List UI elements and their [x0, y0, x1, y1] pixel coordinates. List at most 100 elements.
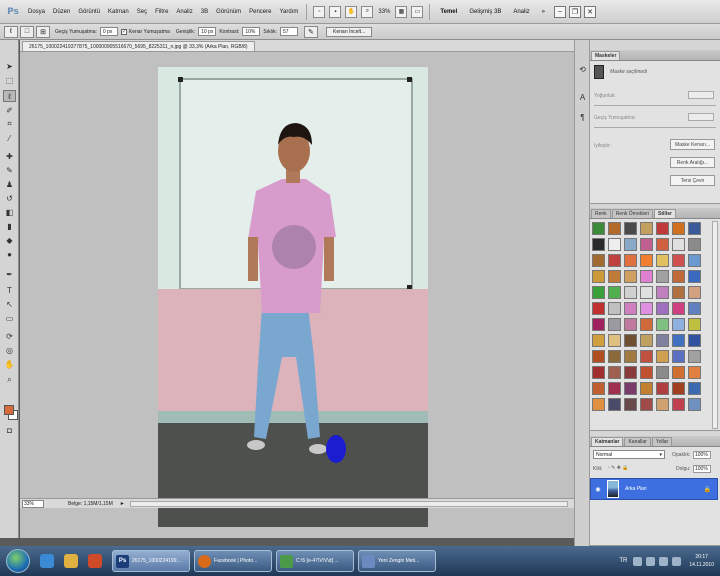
- tab-channels[interactable]: Kanallar: [624, 437, 651, 446]
- style-swatch[interactable]: [624, 366, 637, 379]
- feather-input[interactable]: 0 px: [99, 27, 118, 36]
- mask-feather-input[interactable]: [688, 113, 714, 121]
- magnetic-lasso-tool-icon[interactable]: ℓ: [3, 90, 16, 102]
- style-swatch[interactable]: [624, 350, 637, 363]
- clock[interactable]: 20:17 14.11.2010: [689, 553, 714, 569]
- style-swatch[interactable]: [592, 350, 605, 363]
- tool-preset-icon[interactable]: ℓ: [4, 25, 18, 38]
- hand-tool-icon[interactable]: ✋: [3, 358, 16, 370]
- style-swatch[interactable]: [592, 286, 605, 299]
- minimize-button[interactable]: –: [554, 5, 567, 18]
- style-swatch[interactable]: [624, 318, 637, 331]
- density-input[interactable]: [688, 91, 714, 99]
- style-swatch[interactable]: [688, 366, 701, 379]
- history-panel-icon[interactable]: ⟲: [577, 64, 588, 75]
- menu-3d[interactable]: 3B: [201, 9, 208, 15]
- style-swatch[interactable]: [608, 302, 621, 315]
- menu-filter[interactable]: Filtre: [155, 9, 168, 15]
- style-swatch[interactable]: [592, 254, 605, 267]
- style-swatch[interactable]: [624, 286, 637, 299]
- density-slider[interactable]: [594, 105, 716, 106]
- status-menu-arrow-icon[interactable]: ▸: [121, 500, 124, 507]
- status-zoom-input[interactable]: 33%: [22, 499, 44, 508]
- style-swatch[interactable]: [656, 382, 669, 395]
- brush-tool-icon[interactable]: ✎: [3, 164, 16, 176]
- style-swatch[interactable]: [688, 334, 701, 347]
- style-swatch[interactable]: [592, 366, 605, 379]
- style-swatch[interactable]: [624, 398, 637, 411]
- style-swatch[interactable]: [624, 254, 637, 267]
- style-swatch[interactable]: [608, 238, 621, 251]
- language-indicator[interactable]: TR: [619, 558, 627, 564]
- internet-explorer-icon[interactable]: [40, 554, 54, 568]
- menu-layer[interactable]: Katman: [108, 9, 129, 15]
- arrange-documents-icon[interactable]: ▦: [395, 5, 408, 18]
- menu-select[interactable]: Seç: [137, 9, 147, 15]
- document-tab[interactable]: 26175_100022419377875_100000905516670_56…: [22, 41, 255, 51]
- style-swatch[interactable]: [592, 302, 605, 315]
- style-swatch[interactable]: [640, 382, 653, 395]
- new-selection-icon[interactable]: □: [20, 25, 34, 38]
- style-swatch[interactable]: [608, 382, 621, 395]
- media-player-icon[interactable]: [88, 554, 102, 568]
- 3d-orbit-tool-icon[interactable]: ◎: [3, 344, 16, 356]
- style-swatch[interactable]: [688, 238, 701, 251]
- style-swatch[interactable]: [592, 334, 605, 347]
- style-swatch[interactable]: [608, 334, 621, 347]
- style-swatch[interactable]: [688, 222, 701, 235]
- width-input[interactable]: 10 px: [198, 27, 217, 36]
- crop-tool-icon[interactable]: ⌗: [3, 118, 16, 130]
- foreground-color-swatch[interactable]: [4, 405, 14, 415]
- network-icon[interactable]: [646, 556, 656, 566]
- history-brush-tool-icon[interactable]: ↺: [3, 192, 16, 204]
- style-swatch[interactable]: [688, 398, 701, 411]
- style-swatch[interactable]: [608, 398, 621, 411]
- workspace-3d[interactable]: Gelişmiş 3B: [469, 9, 501, 15]
- menu-view[interactable]: Görünüm: [216, 9, 241, 15]
- lock-icons[interactable]: ▫ ✎ ✚ 🔒: [608, 465, 629, 471]
- quick-selection-tool-icon[interactable]: ✐: [3, 104, 16, 116]
- tablet-pressure-icon[interactable]: ✎: [303, 25, 318, 38]
- fill-input[interactable]: 100%: [693, 465, 711, 473]
- style-swatch[interactable]: [656, 318, 669, 331]
- style-swatch[interactable]: [656, 350, 669, 363]
- style-swatch[interactable]: [640, 334, 653, 347]
- menu-window[interactable]: Pencere: [249, 9, 271, 15]
- restore-button[interactable]: ❐: [569, 5, 582, 18]
- style-swatch[interactable]: [688, 350, 701, 363]
- style-swatch[interactable]: [624, 222, 637, 235]
- style-swatch[interactable]: [608, 318, 621, 331]
- image-canvas[interactable]: [158, 67, 428, 527]
- style-swatch[interactable]: [672, 366, 685, 379]
- contrast-input[interactable]: 10%: [242, 27, 261, 36]
- style-swatch[interactable]: [672, 334, 685, 347]
- style-swatch[interactable]: [656, 302, 669, 315]
- style-swatch[interactable]: [688, 286, 701, 299]
- zoom-level[interactable]: 33%: [378, 9, 390, 15]
- style-swatch[interactable]: [608, 350, 621, 363]
- style-swatch[interactable]: [672, 302, 685, 315]
- style-swatch[interactable]: [672, 382, 685, 395]
- tab-styles[interactable]: Stiller: [654, 209, 676, 218]
- style-swatch[interactable]: [608, 286, 621, 299]
- tab-masks[interactable]: Maskeler: [591, 51, 621, 60]
- tab-paths[interactable]: Yollar: [651, 437, 673, 446]
- horizontal-scrollbar[interactable]: [129, 500, 568, 507]
- style-swatch[interactable]: [640, 286, 653, 299]
- style-swatch[interactable]: [672, 254, 685, 267]
- clone-stamp-tool-icon[interactable]: ♟: [3, 178, 16, 190]
- style-swatch[interactable]: [656, 222, 669, 235]
- frequency-input[interactable]: 57: [279, 27, 298, 36]
- task-explorer[interactable]: C:\5 [e-47\V\V\d] ...: [276, 550, 354, 572]
- menu-help[interactable]: Yardım: [279, 9, 298, 15]
- style-swatch[interactable]: [592, 222, 605, 235]
- layer-name[interactable]: Arka Plan: [625, 486, 647, 492]
- mask-edge-button[interactable]: Maske Kenarı...: [670, 139, 715, 150]
- tray-app-icon[interactable]: [672, 556, 682, 566]
- zoom-tool-icon[interactable]: ⌕: [3, 374, 16, 386]
- antialias-toggle[interactable]: ✓ Kenar Yumuşatma: [120, 28, 170, 35]
- workspace-more[interactable]: »: [542, 9, 545, 15]
- style-swatch[interactable]: [688, 382, 701, 395]
- volume-icon[interactable]: [659, 556, 669, 566]
- style-swatch[interactable]: [672, 270, 685, 283]
